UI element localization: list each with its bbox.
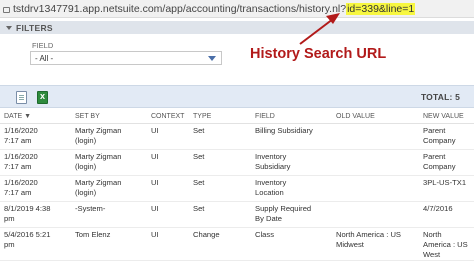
cell-new-value: Parent Company <box>419 149 474 176</box>
field-filter-label: FIELD <box>32 41 54 50</box>
lock-icon <box>3 6 10 13</box>
field-filter-select[interactable]: - All - <box>30 51 222 65</box>
cell-set-by: Marty Zigman (login) <box>71 175 147 202</box>
cell-old-value <box>332 149 419 176</box>
table-row: 1/16/2020 7:17 am Marty Zigman (login) UI S… <box>0 123 474 150</box>
cell-old-value <box>332 201 419 228</box>
url-query-highlight: id=339&line=1 <box>346 2 416 15</box>
cell-old-value <box>332 123 419 150</box>
filters-toggle[interactable]: FILTERS <box>0 21 474 34</box>
cell-field: Inventory Subsidiary <box>251 149 332 176</box>
column-header-new-value[interactable]: NEW VALUE <box>419 110 474 124</box>
browser-address-bar[interactable]: tstdrv1347791.app.netsuite.com/app/accou… <box>0 0 474 18</box>
cell-context: UI <box>147 149 189 176</box>
print-document-icon[interactable] <box>16 91 27 104</box>
cell-context: UI <box>147 227 189 261</box>
table-header-row: DATE ▼ SET BY CONTEXT TYPE FIELD OLD VAL… <box>0 110 474 124</box>
cell-set-by: Marty Zigman (login) <box>71 149 147 176</box>
cell-field: Inventory Location <box>251 175 332 202</box>
column-header-context[interactable]: CONTEXT <box>147 110 189 124</box>
column-header-type[interactable]: TYPE <box>189 110 251 124</box>
cell-date: 5/4/2016 5:21 pm <box>0 227 71 261</box>
total-count: TOTAL: 5 <box>420 92 460 102</box>
table-row: 5/4/2016 5:21 pm Tom Elenz UI Change Class No… <box>0 227 474 261</box>
url-text: tstdrv1347791.app.netsuite.com/app/accou… <box>13 2 347 15</box>
cell-date: 1/16/2020 7:17 am <box>0 149 71 176</box>
field-filter-value: - All - <box>35 53 54 63</box>
cell-field: Class <box>251 227 332 261</box>
cell-type: Set <box>189 123 251 150</box>
cell-set-by: -System- <box>71 201 147 228</box>
cell-date: 1/16/2020 7:17 am <box>0 175 71 202</box>
cell-set-by: Marty Zigman (login) <box>71 123 147 150</box>
table-row: 8/1/2019 4:38 pm -System- UI Set Supply Requ… <box>0 201 474 228</box>
results-toolbar: TOTAL: 5 <box>0 85 474 108</box>
column-header-old-value[interactable]: OLD VALUE <box>332 110 419 124</box>
annotation-callout: History Search URL <box>250 46 387 62</box>
cell-context: UI <box>147 175 189 202</box>
table-row: 1/16/2020 7:17 am Marty Zigman (login) UI S… <box>0 175 474 202</box>
history-table: DATE ▼ SET BY CONTEXT TYPE FIELD OLD VAL… <box>0 110 474 261</box>
cell-context: UI <box>147 201 189 228</box>
column-header-field[interactable]: FIELD <box>251 110 332 124</box>
cell-field: Supply Required By Date <box>251 201 332 228</box>
cell-old-value <box>332 175 419 202</box>
cell-new-value: Parent Company <box>419 123 474 150</box>
cell-new-value: 3PL-US-TX1 <box>419 175 474 202</box>
cell-old-value: North America : US Midwest <box>332 227 419 261</box>
cell-set-by: Tom Elenz <box>71 227 147 261</box>
cell-field: Billing Subsidiary <box>251 123 332 150</box>
table-row: 1/16/2020 7:17 am Marty Zigman (login) UI S… <box>0 149 474 176</box>
filters-title: FILTERS <box>16 22 53 33</box>
cell-type: Change <box>189 227 251 261</box>
column-header-set-by[interactable]: SET BY <box>71 110 147 124</box>
cell-context: UI <box>147 123 189 150</box>
cell-new-value: 4/7/2016 <box>419 201 474 228</box>
export-excel-icon[interactable] <box>37 91 48 104</box>
chevron-down-icon <box>208 56 216 61</box>
cell-type: Set <box>189 175 251 202</box>
cell-date: 8/1/2019 4:38 pm <box>0 201 71 228</box>
cell-date: 1/16/2020 7:17 am <box>0 123 71 150</box>
cell-type: Set <box>189 149 251 176</box>
cell-type: Set <box>189 201 251 228</box>
cell-new-value: North America : US West <box>419 227 474 261</box>
collapse-triangle-icon <box>6 25 12 30</box>
column-header-date[interactable]: DATE ▼ <box>0 110 71 124</box>
